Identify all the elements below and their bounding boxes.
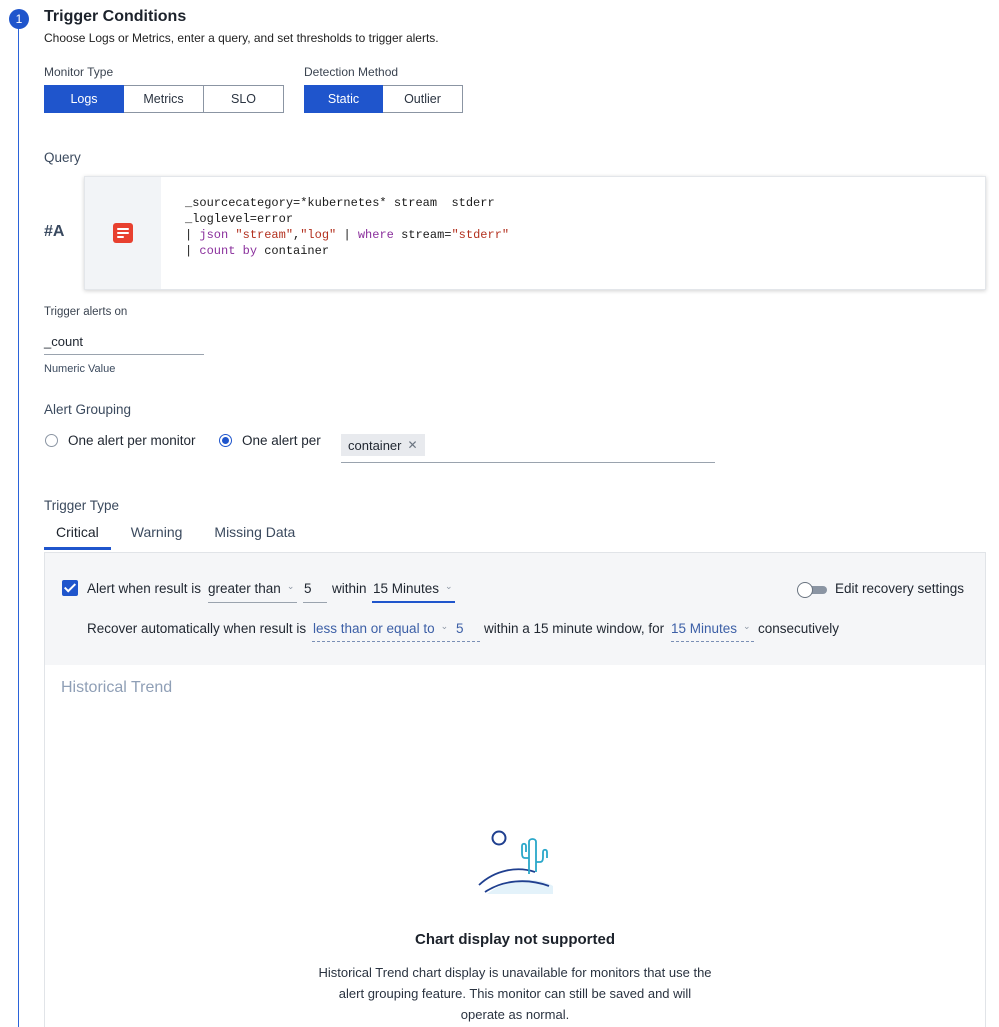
operator-value: greater than [208, 581, 281, 596]
alert-prefix-text: Alert when result is [87, 581, 202, 596]
chip-label: container [348, 437, 402, 453]
monitor-type-selector: Logs Metrics SLO [44, 85, 284, 113]
desert-cactus-illustration [478, 830, 553, 894]
detection-method-label: Detection Method [304, 65, 399, 79]
recovery-toggle-label: Edit recovery settings [835, 581, 965, 596]
detection-static-button[interactable]: Static [304, 85, 383, 113]
chip-remove-icon[interactable]: ✕ [407, 438, 417, 452]
within-text: within [332, 581, 367, 596]
recover-operator-underline [312, 641, 480, 642]
query-line-4: | count by container [185, 244, 330, 258]
historical-trend-panel: Historical Trend Chart display not suppo… [44, 665, 986, 1027]
query-line-1: _sourcecategory=*kubernetes* stream stde… [185, 196, 495, 210]
recover-operator-value: less than or equal to [313, 621, 435, 636]
chevron-down-icon: ⌄ [286, 581, 295, 591]
recover-prefix-text: Recover automatically when result is [87, 621, 307, 636]
query-editor[interactable]: _sourcecategory=*kubernetes* stream stde… [84, 176, 986, 290]
radio-one-alert-per-monitor[interactable]: One alert per monitor [45, 433, 196, 448]
trigger-type-label: Trigger Type [44, 498, 120, 513]
recover-threshold-input[interactable]: 5 [456, 621, 464, 636]
radio-one-alert-per[interactable]: One alert per [219, 433, 321, 448]
operator-dropdown[interactable]: greater than ⌄ [208, 581, 294, 596]
query-line-3: | json "stream","log" | where stream="st… [185, 228, 510, 242]
monitor-type-logs-button[interactable]: Logs [44, 85, 124, 113]
trigger-type-tabs: Critical Warning Missing Data [44, 520, 307, 550]
recover-window-value: 15 Minutes [671, 621, 738, 636]
detection-outlier-button[interactable]: Outlier [383, 85, 463, 113]
trigger-on-label: Trigger alerts on [44, 306, 128, 318]
radio-checked-icon [219, 434, 232, 447]
query-line-2: _loglevel=error [185, 212, 294, 226]
grouping-fields-input[interactable]: container ✕ [341, 432, 715, 463]
query-row-tag: #A [44, 223, 65, 240]
historical-trend-title: Historical Trend [61, 679, 173, 696]
monitor-type-label: Monitor Type [44, 65, 114, 79]
query-gutter [85, 177, 161, 289]
tab-missing-data[interactable]: Missing Data [198, 520, 307, 550]
threshold-underline [303, 602, 327, 603]
recover-window-underline [671, 641, 754, 642]
alert-enabled-checkbox[interactable] [62, 580, 78, 596]
trigger-field-helper: Numeric Value [44, 363, 116, 375]
critical-settings-panel: Alert when result is greater than ⌄ 5 wit… [44, 552, 986, 666]
trigger-field-input[interactable]: _count [44, 330, 204, 355]
chevron-down-icon: ⌄ [743, 621, 751, 631]
section-subtitle: Choose Logs or Metrics, enter a query, a… [44, 31, 439, 45]
operator-underline [208, 602, 297, 603]
recovery-toggle[interactable] [797, 582, 829, 598]
monitor-type-metrics-button[interactable]: Metrics [124, 85, 204, 113]
window-value: 15 Minutes [373, 581, 440, 596]
toggle-knob [797, 582, 813, 598]
radio-label-monitor: One alert per monitor [68, 433, 196, 448]
chevron-down-icon: ⌄ [440, 621, 449, 631]
window-underline [372, 601, 455, 603]
recover-middle-text: within a 15 minute window, for [484, 621, 665, 636]
logs-query-icon [113, 223, 133, 243]
chevron-down-icon: ⌄ [445, 581, 453, 591]
window-dropdown[interactable]: 15 Minutes ⌄ [373, 581, 453, 596]
empty-state-title: Chart display not supported [414, 931, 615, 948]
step-connector-line [18, 26, 19, 1027]
radio-circle-icon [45, 434, 58, 447]
alert-grouping-label: Alert Grouping [44, 402, 132, 417]
recover-window-dropdown[interactable]: 15 Minutes ⌄ [671, 621, 751, 636]
radio-label-per: One alert per [242, 433, 321, 448]
recover-suffix-text: consecutively [758, 621, 840, 636]
tab-warning[interactable]: Warning [115, 520, 195, 550]
step-number-badge: 1 [9, 9, 29, 29]
grouping-chip: container ✕ [341, 434, 425, 456]
threshold-input[interactable]: 5 [304, 581, 312, 596]
tab-critical[interactable]: Critical [44, 520, 111, 550]
empty-state-description: Historical Trend chart display is unavai… [318, 965, 712, 1022]
recover-operator-dropdown[interactable]: less than or equal to ⌄ [313, 621, 448, 636]
monitor-type-slo-button[interactable]: SLO [204, 85, 284, 113]
section-title: Trigger Conditions [44, 8, 187, 25]
query-label: Query [44, 150, 81, 165]
query-code[interactable]: _sourcecategory=*kubernetes* stream stde… [185, 195, 509, 259]
detection-method-selector: Static Outlier [304, 85, 463, 113]
